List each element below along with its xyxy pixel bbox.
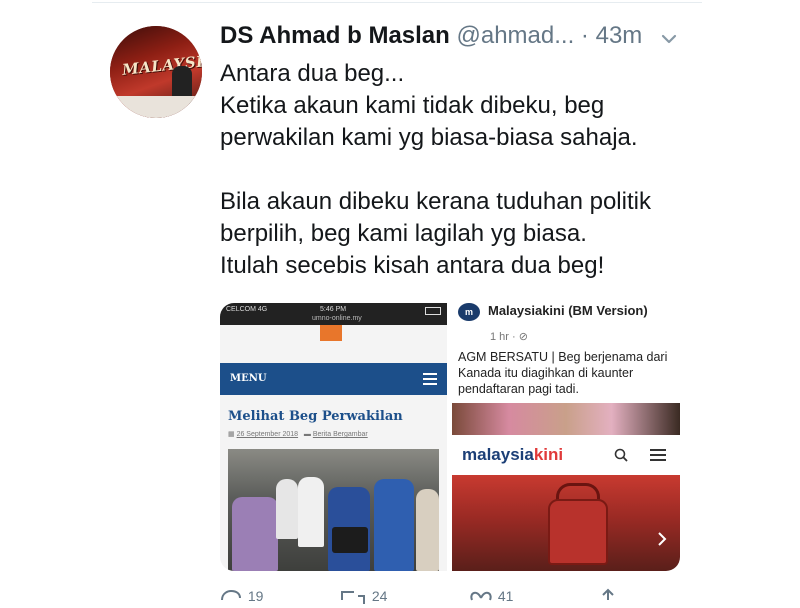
media-image-right[interactable]: m Malaysiakini (BM Version) 1 hr · ⊘ AGM… (452, 303, 680, 571)
post-time: 1 hr · ⊘ (490, 331, 528, 343)
article-meta: ▦ 26 September 2018 ▬ Berita Bergambar (228, 430, 368, 438)
author-handle[interactable]: @ahmad... (457, 22, 575, 49)
tweet-text: Antara dua beg... Ketika akaun kami tida… (220, 60, 651, 279)
article-category: Berita Bergambar (312, 431, 368, 438)
menu-label: MENU (230, 373, 267, 384)
tweet-actions: 19 24 41 (218, 588, 698, 604)
retweet-count: 24 (371, 588, 388, 604)
photo-strip (452, 403, 680, 435)
divider (92, 2, 702, 3)
like-count: 41 (497, 588, 514, 604)
tweet-header: DS Ahmad b Maslan @ahmad... · 43m (220, 22, 642, 52)
article-date: 26 September 2018 (236, 431, 299, 438)
mkini-brand: malaysiakini (462, 445, 564, 464)
calendar-icon: ▦ (228, 431, 237, 438)
next-arrow-icon[interactable] (656, 531, 668, 547)
reply-count: 19 (247, 588, 264, 604)
status-clock: 5:46 PM (320, 306, 347, 313)
article-photo (228, 449, 439, 571)
source-logo: m (458, 303, 480, 321)
hamburger-icon (650, 449, 666, 461)
tweet-timestamp[interactable]: 43m (596, 22, 643, 49)
red-bag (548, 499, 608, 565)
retweet-button[interactable]: 24 (338, 588, 387, 608)
chevron-down-icon[interactable] (660, 30, 678, 48)
folder-icon: ▬ (303, 431, 313, 438)
reply-icon (221, 589, 241, 601)
browser-url: umno-online.my (312, 315, 362, 322)
reply-button[interactable]: 19 (218, 588, 263, 608)
phone-status-bar: CELCOM 4G 5:46 PM umno-online.my (220, 303, 447, 325)
post-caption: AGM BERSATU | Beg berjenama dari Kanada … (458, 350, 668, 396)
rss-icon (320, 325, 342, 341)
author-name[interactable]: DS Ahmad b Maslan (220, 22, 450, 49)
site-menu-bar: MENU (220, 363, 447, 395)
article-title: Melihat Beg Perwakilan (228, 409, 403, 424)
retweet-icon (341, 591, 365, 604)
media-grid[interactable]: CELCOM 4G 5:46 PM umno-online.my MENU Me… (220, 303, 680, 571)
share-button[interactable] (598, 588, 618, 608)
source-name: Malaysiakini (BM Version) (488, 303, 648, 318)
avatar-stage (110, 96, 202, 118)
battery-icon (425, 307, 441, 315)
avatar[interactable]: MALAYSIA (110, 26, 202, 118)
search-icon (614, 448, 628, 462)
globe-icon: ⊘ (518, 331, 528, 343)
hamburger-icon (423, 373, 437, 385)
post-header: m Malaysiakini (BM Version) 1 hr · ⊘ (452, 303, 680, 343)
media-image-left[interactable]: CELCOM 4G 5:46 PM umno-online.my MENU Me… (220, 303, 447, 571)
like-icon (470, 591, 492, 601)
like-button[interactable]: 41 (468, 588, 513, 608)
meta-separator: · (580, 22, 589, 49)
share-icon (602, 588, 614, 600)
carrier-label: CELCOM 4G (226, 306, 268, 313)
mkini-nav-bar: malaysiakini (452, 435, 680, 476)
